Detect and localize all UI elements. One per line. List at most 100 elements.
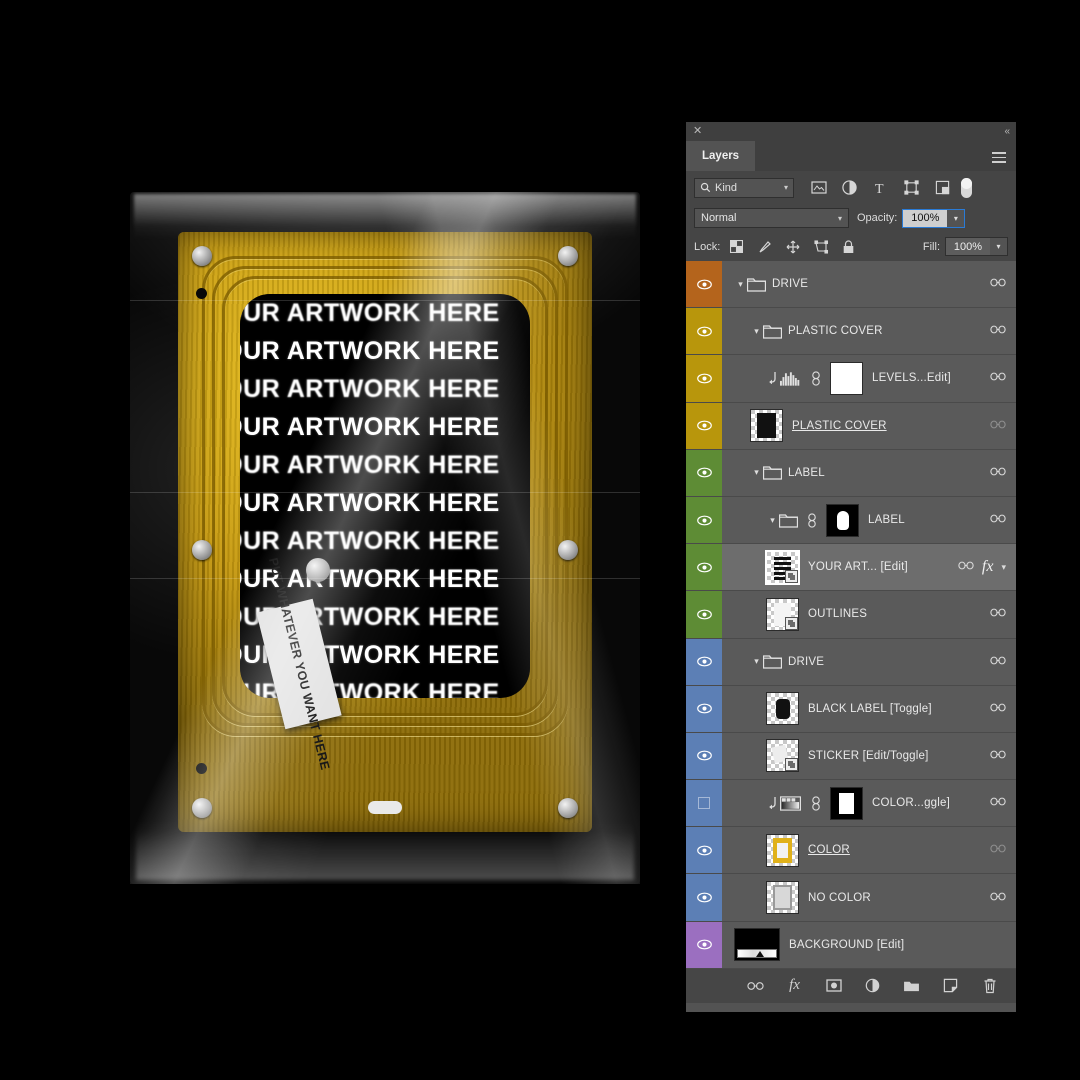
layer-mask-thumbnail[interactable]: [830, 361, 863, 395]
lock-position-icon[interactable]: [785, 239, 800, 254]
opacity-input[interactable]: 100%: [903, 209, 948, 227]
layer-row[interactable]: OUTLINES: [686, 591, 1016, 639]
layer-link-icon[interactable]: [990, 656, 1006, 668]
layer-thumbnail[interactable]: [765, 549, 800, 585]
lock-artboard-nesting-icon[interactable]: [813, 239, 828, 254]
layer-visibility-toggle[interactable]: [686, 639, 722, 685]
add-layer-mask-icon[interactable]: [825, 977, 842, 994]
group-expand-chevron-icon[interactable]: ▾: [766, 515, 779, 526]
fill-input[interactable]: 100%: [946, 238, 990, 255]
mask-link-icon[interactable]: [804, 512, 819, 528]
layer-row[interactable]: BLACK LABEL [Toggle]: [686, 685, 1016, 733]
fill-field[interactable]: 100% ▾: [945, 237, 1008, 256]
tab-layers[interactable]: Layers: [686, 141, 756, 171]
layer-link-icon[interactable]: [990, 467, 1006, 479]
layer-thumbnail[interactable]: [734, 928, 780, 962]
layer-row[interactable]: LEVELS...Edit]: [686, 355, 1016, 403]
layer-link-icon[interactable]: [990, 278, 1006, 290]
layer-link-icon[interactable]: [990, 514, 1006, 526]
layer-link-icon[interactable]: [990, 608, 1006, 620]
layer-row-body[interactable]: COLOR: [722, 827, 990, 873]
link-layers-icon[interactable]: [747, 977, 764, 994]
lock-image-pixels-icon[interactable]: [757, 239, 772, 254]
layer-name[interactable]: YOUR ART... [Edit]: [808, 561, 958, 573]
layer-visibility-toggle[interactable]: [686, 591, 722, 637]
layer-row[interactable]: ▾ DRIVE: [686, 638, 1016, 686]
layer-visibility-toggle[interactable]: [686, 733, 722, 779]
layer-link-icon[interactable]: [990, 703, 1006, 715]
new-adjustment-layer-icon[interactable]: [864, 977, 881, 994]
layer-row-body[interactable]: BACKGROUND [Edit]: [722, 922, 1006, 968]
new-group-icon[interactable]: [903, 977, 920, 994]
layer-name[interactable]: LEVELS...Edit]: [872, 372, 990, 384]
layer-link-icon[interactable]: [990, 372, 1006, 384]
layer-visibility-toggle[interactable]: [686, 827, 722, 873]
layer-row[interactable]: NO COLOR: [686, 874, 1016, 922]
layer-name[interactable]: DRIVE: [788, 656, 990, 668]
layer-row-body[interactable]: PLASTIC COVER: [722, 403, 990, 449]
layer-link-icon[interactable]: [958, 561, 974, 573]
layer-name[interactable]: COLOR: [808, 844, 990, 856]
layer-name[interactable]: BLACK LABEL [Toggle]: [808, 703, 990, 715]
filter-enable-toggle[interactable]: [961, 177, 972, 198]
layer-style-fx-icon[interactable]: fx: [786, 977, 803, 994]
layer-effects-fx-icon[interactable]: fx: [982, 558, 994, 576]
shape-layer-filter-icon[interactable]: [903, 179, 920, 196]
adjustment-layer-filter-icon[interactable]: [841, 179, 858, 196]
layer-mask-thumbnail[interactable]: [826, 503, 859, 537]
layer-thumbnail[interactable]: [766, 833, 799, 867]
layer-row[interactable]: BACKGROUND [Edit]: [686, 921, 1016, 969]
layer-row-body[interactable]: ▾ PLASTIC COVER: [722, 308, 990, 354]
layer-row-body[interactable]: ▾ DRIVE: [722, 639, 990, 685]
blend-mode-select[interactable]: Normal ▾: [694, 208, 849, 228]
smart-object-filter-icon[interactable]: [934, 179, 951, 196]
layer-link-icon[interactable]: [990, 892, 1006, 904]
layer-row[interactable]: ▾ DRIVE: [686, 261, 1016, 309]
layer-row-body[interactable]: OUTLINES: [722, 591, 990, 637]
panel-menu-icon[interactable]: [992, 152, 1006, 166]
group-expand-chevron-icon[interactable]: ▾: [750, 467, 763, 478]
opacity-slider-dropdown-icon[interactable]: ▾: [947, 209, 965, 227]
layer-name[interactable]: NO COLOR: [808, 892, 990, 904]
layer-visibility-toggle[interactable]: [686, 544, 722, 590]
layer-row[interactable]: STICKER [Edit/Toggle]: [686, 732, 1016, 781]
layer-row-body[interactable]: ▾ LABEL: [722, 497, 990, 543]
delete-layer-icon[interactable]: [981, 977, 998, 994]
layer-link-icon[interactable]: [990, 750, 1006, 762]
layer-row[interactable]: ▾ LABEL: [686, 496, 1016, 545]
layer-row[interactable]: ▾ LABEL: [686, 449, 1016, 497]
layer-thumbnail[interactable]: [766, 692, 799, 726]
chevron-down-icon[interactable]: ▾: [1001, 562, 1006, 573]
layer-link-icon[interactable]: [990, 325, 1006, 337]
group-expand-chevron-icon[interactable]: ▾: [750, 326, 763, 337]
layer-name[interactable]: DRIVE: [772, 278, 990, 290]
group-expand-chevron-icon[interactable]: ▾: [750, 656, 763, 667]
new-layer-icon[interactable]: [942, 977, 959, 994]
layer-link-icon[interactable]: [990, 797, 1006, 809]
layer-row-body[interactable]: LEVELS...Edit]: [722, 355, 990, 401]
layer-thumbnail[interactable]: [766, 739, 799, 773]
layer-row[interactable]: ▾ PLASTIC COVER: [686, 308, 1016, 356]
layer-row-body[interactable]: ▾ LABEL: [722, 450, 990, 496]
layer-visibility-toggle[interactable]: [686, 308, 722, 354]
mask-link-icon[interactable]: [808, 371, 823, 386]
close-icon[interactable]: ✕: [693, 125, 702, 138]
layer-name[interactable]: COLOR...ggle]: [872, 797, 990, 809]
layer-name[interactable]: LABEL: [788, 467, 990, 479]
layer-row-body[interactable]: STICKER [Edit/Toggle]: [722, 733, 990, 779]
layer-name[interactable]: LABEL: [868, 514, 990, 526]
opacity-field[interactable]: 100% ▾: [902, 208, 966, 228]
chevron-down-icon[interactable]: ▾: [784, 183, 788, 192]
layer-visibility-toggle[interactable]: [686, 355, 722, 401]
layer-visibility-toggle[interactable]: [686, 261, 722, 307]
fill-slider-dropdown-icon[interactable]: ▾: [990, 238, 1007, 255]
layer-row[interactable]: COLOR: [686, 827, 1016, 875]
layer-row[interactable]: YOUR ART... [Edit] fx ▾: [686, 544, 1016, 592]
layer-thumbnail[interactable]: [766, 597, 799, 631]
layer-visibility-toggle[interactable]: [686, 686, 722, 732]
layer-row-body[interactable]: COLOR...ggle]: [722, 780, 990, 826]
layer-row-body[interactable]: ▾ DRIVE: [722, 261, 990, 307]
layer-name[interactable]: PLASTIC COVER: [792, 420, 990, 432]
layer-visibility-toggle[interactable]: [686, 780, 722, 826]
layer-visibility-toggle[interactable]: [686, 403, 722, 449]
